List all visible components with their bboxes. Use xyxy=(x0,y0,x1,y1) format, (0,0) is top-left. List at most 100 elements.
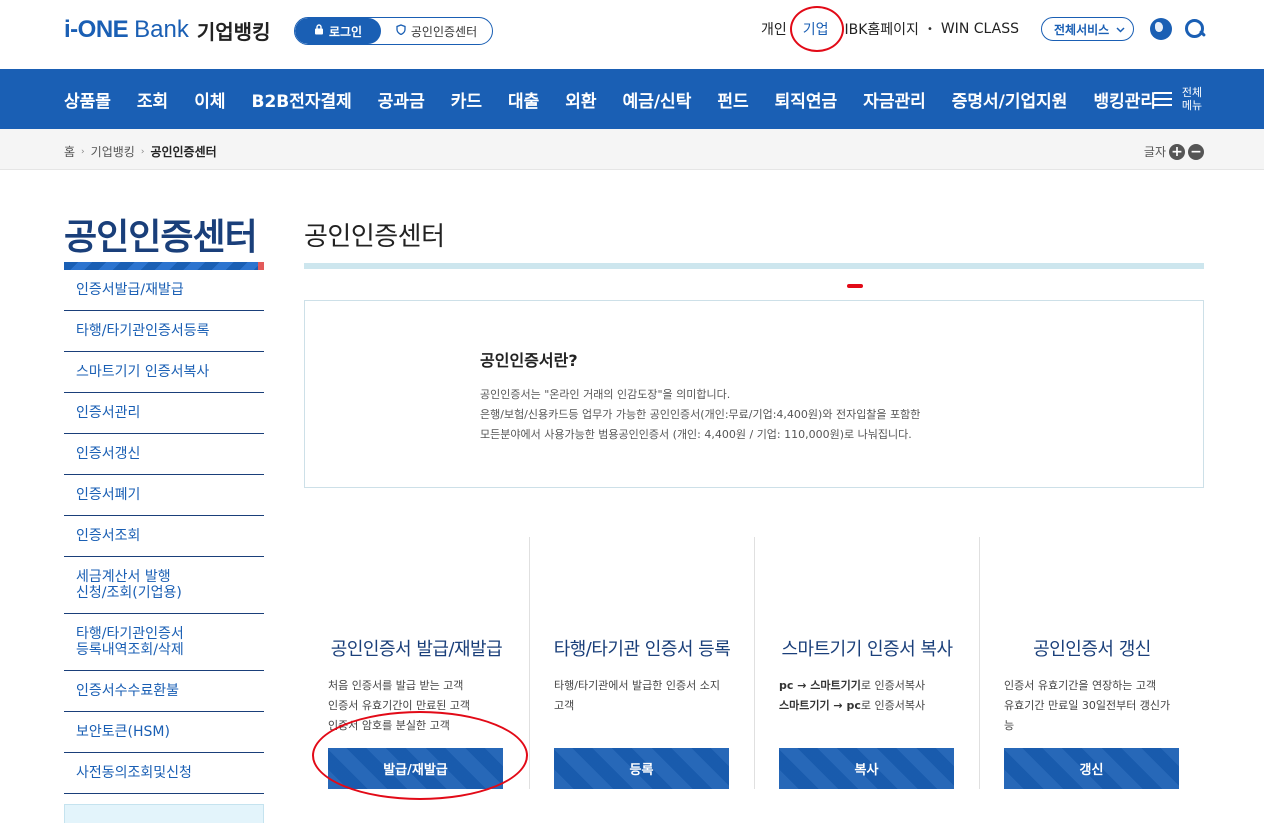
card-desc-line: 고객 xyxy=(554,699,575,712)
sidebar-item-label: 타행/타기관인증서 xyxy=(76,626,184,642)
breadcrumb-bar: 홈 › 기업뱅킹 › 공인인증센터 글자 + − xyxy=(0,129,1264,170)
sidebar-item-revoke[interactable]: 인증서폐기 xyxy=(64,475,264,516)
card-desc-line: 인증서 유효기간이 만료된 고객 xyxy=(328,699,471,712)
font-decrease-icon[interactable]: − xyxy=(1188,143,1204,160)
nav-item-inquiry[interactable]: 조회 xyxy=(137,87,168,112)
nav-item-fund[interactable]: 펀드 xyxy=(717,87,748,112)
title-underline xyxy=(304,263,1204,269)
card-desc: 처음 인증서를 발급 받는 고객 인증서 유효기간이 만료된 고객 인증서 암호… xyxy=(328,676,513,736)
card-title: 스마트기기 인증서 복사 xyxy=(781,639,953,660)
sidebar-item-other-registry[interactable]: 타행/타기관인증서 등록내역조회/삭제 xyxy=(64,614,264,671)
breadcrumb-separator-icon: › xyxy=(81,146,85,157)
cert-info-box: 공인인증서란? 공인인증서는 "온라인 거래의 인감도장"을 의미합니다. 은행… xyxy=(304,300,1204,488)
info-line: 모든분야에서 사용가능한 범용공인인증서 (개인: 4,400원 / 기업: 1… xyxy=(480,428,912,441)
register-button[interactable]: 등록 xyxy=(554,748,729,789)
nav-item-forex[interactable]: 외환 xyxy=(565,87,596,112)
card-desc-line: 타행/타기관에서 발급한 인증서 소지 xyxy=(554,679,720,692)
link-win-class[interactable]: WIN CLASS xyxy=(941,21,1019,37)
nav-item-products[interactable]: 상품몰 xyxy=(64,87,111,112)
card-desc: pc → 스마트기기로 인증서복사 스마트기기 → pc로 인증서복사 xyxy=(779,676,964,716)
nav-item-utility[interactable]: 공과금 xyxy=(378,87,425,112)
card-smart-copy: 스마트기기 인증서 복사 pc → 스마트기기로 인증서복사 스마트기기 → p… xyxy=(754,537,979,789)
page-title: 공인인증센터 xyxy=(304,222,445,252)
card-desc-strong: 스마트기기 → pc xyxy=(779,699,861,712)
font-increase-icon[interactable]: + xyxy=(1169,143,1185,160)
link-corporate-label: 기업 xyxy=(802,22,829,38)
top-right-links: 개인 기업 IBK홈페이지 • WIN CLASS 전체서비스 xyxy=(753,0,1264,58)
logo-bank-text: Bank xyxy=(134,16,189,43)
info-title: 공인인증서란? xyxy=(480,351,578,370)
all-services-select[interactable]: 전체서비스 xyxy=(1041,17,1134,41)
card-desc-line: 처음 인증서를 발급 받는 고객 xyxy=(328,679,464,692)
nav-item-certificates[interactable]: 증명서/기업지원 xyxy=(952,87,1068,112)
sidebar-item-issue[interactable]: 인증서발급/재발급 xyxy=(64,270,264,311)
nav-item-cash-mgmt[interactable]: 자금관리 xyxy=(863,87,926,112)
font-size-label: 글자 xyxy=(1143,145,1166,159)
nav-item-card[interactable]: 카드 xyxy=(451,87,482,112)
sidebar-item-fee-refund[interactable]: 인증서수수료환불 xyxy=(64,671,264,712)
sidebar-item-lookup[interactable]: 인증서조회 xyxy=(64,516,264,557)
sidebar-item-label: 등록내역조회/삭제 xyxy=(76,642,184,658)
login-group: 로그인 공인인증센터 xyxy=(294,17,493,45)
info-line: 은행/보험/신용카드등 업무가 가능한 공인인증서(개인:무료/기업:4,400… xyxy=(480,408,921,421)
lock-icon xyxy=(314,24,324,38)
sidebar-item-tax-invoice[interactable]: 세금계산서 발행 신청/조회(기업용) xyxy=(64,557,264,614)
breadcrumb-current: 공인인증센터 xyxy=(150,145,217,159)
renew-button[interactable]: 갱신 xyxy=(1004,748,1179,789)
card-renew: 공인인증서 갱신 인증서 유효기간을 연장하는 고객 유효기간 만료일 30일전… xyxy=(979,537,1204,789)
sidebar-item-hsm[interactable]: 보안토큰(HSM) xyxy=(64,712,264,753)
card-desc: 인증서 유효기간을 연장하는 고객 유효기간 만료일 30일전부터 갱신가 능 xyxy=(1004,676,1189,736)
sidebar-item-consent[interactable]: 사전동의조회및신청 xyxy=(64,753,264,794)
search-icon[interactable] xyxy=(1184,18,1206,40)
breadcrumb-home[interactable]: 홈 xyxy=(64,143,75,160)
nav-item-b2b[interactable]: B2B전자결제 xyxy=(251,87,351,112)
sidebar-menu: 인증서발급/재발급 타행/타기관인증서등록 스마트기기 인증서복사 인증서관리 … xyxy=(64,270,264,794)
sidebar-item-label: 세금계산서 발행 xyxy=(76,569,171,585)
breadcrumb: 홈 › 기업뱅킹 › 공인인증센터 xyxy=(64,143,217,160)
card-desc: 타행/타기관에서 발급한 인증서 소지 고객 xyxy=(554,676,739,716)
all-menu-button[interactable]: 전체 메뉴 xyxy=(1154,86,1204,112)
card-issue: 공인인증서 발급/재발급 처음 인증서를 발급 받는 고객 인증서 유효기간이 … xyxy=(304,537,529,789)
sidebar-item-renew[interactable]: 인증서갱신 xyxy=(64,434,264,475)
sidebar-item-register[interactable]: 타행/타기관인증서등록 xyxy=(64,311,264,352)
globe-icon[interactable] xyxy=(1150,18,1172,40)
nav-item-loan[interactable]: 대출 xyxy=(508,87,539,112)
nav-item-banking-mgmt[interactable]: 뱅킹관리 xyxy=(1093,87,1156,112)
card-desc-text: 로 인증서복사 xyxy=(860,679,926,692)
link-personal[interactable]: 개인 xyxy=(761,19,787,39)
bank-logo[interactable]: i-ONE Bank 기업뱅킹 xyxy=(64,14,270,46)
all-menu-label-line2: 메뉴 xyxy=(1181,99,1203,112)
link-separator-dot: • xyxy=(926,23,933,35)
card-register: 타행/타기관 인증서 등록 타행/타기관에서 발급한 인증서 소지 고객 등록 xyxy=(529,537,754,789)
issue-button[interactable]: 발급/재발급 xyxy=(328,748,503,789)
card-desc-line: 스마트기기 → pc로 인증서복사 xyxy=(779,696,964,716)
sidebar-title-stripe xyxy=(64,262,264,270)
hamburger-icon xyxy=(1154,92,1172,106)
main-nav: 상품몰 조회 이체 B2B전자결제 공과금 카드 대출 외환 예금/신탁 펀드 … xyxy=(0,69,1264,129)
card-desc-line: 인증서 유효기간을 연장하는 고객 xyxy=(1004,679,1157,692)
card-title: 공인인증서 갱신 xyxy=(1033,639,1151,660)
card-desc-line: pc → 스마트기기로 인증서복사 xyxy=(779,676,964,696)
breadcrumb-corporate-banking[interactable]: 기업뱅킹 xyxy=(91,143,135,160)
font-size-control: 글자 + − xyxy=(1144,143,1204,160)
sidebar-item-smart-copy[interactable]: 스마트기기 인증서복사 xyxy=(64,352,264,393)
all-menu-label: 전체 메뉴 xyxy=(1180,86,1204,112)
link-corporate[interactable]: 기업 xyxy=(789,6,844,52)
nav-item-transfer[interactable]: 이체 xyxy=(194,87,225,112)
cert-center-button[interactable]: 공인인증센터 xyxy=(381,18,492,44)
chevron-down-icon xyxy=(1116,22,1125,36)
shield-icon xyxy=(396,24,406,38)
nav-item-deposit[interactable]: 예금/신탁 xyxy=(623,87,692,112)
cert-center-label: 공인인증센터 xyxy=(410,24,478,39)
card-desc-line: 유효기간 만료일 30일전부터 갱신가 xyxy=(1004,699,1171,712)
login-button[interactable]: 로그인 xyxy=(295,18,381,44)
breadcrumb-separator-icon: › xyxy=(140,146,145,157)
sidebar-banner[interactable] xyxy=(64,804,264,823)
top-header: i-ONE Bank 기업뱅킹 로그인 공인인증센터 개인 기업 IBK홈페이지… xyxy=(0,0,1264,69)
nav-item-pension[interactable]: 퇴직연금 xyxy=(775,87,838,112)
all-services-label: 전체서비스 xyxy=(1054,22,1110,37)
copy-button[interactable]: 복사 xyxy=(779,748,954,789)
link-ibk-homepage[interactable]: IBK홈페이지 xyxy=(845,19,919,39)
card-title: 공인인증서 발급/재발급 xyxy=(330,639,503,660)
sidebar-item-manage[interactable]: 인증서관리 xyxy=(64,393,264,434)
